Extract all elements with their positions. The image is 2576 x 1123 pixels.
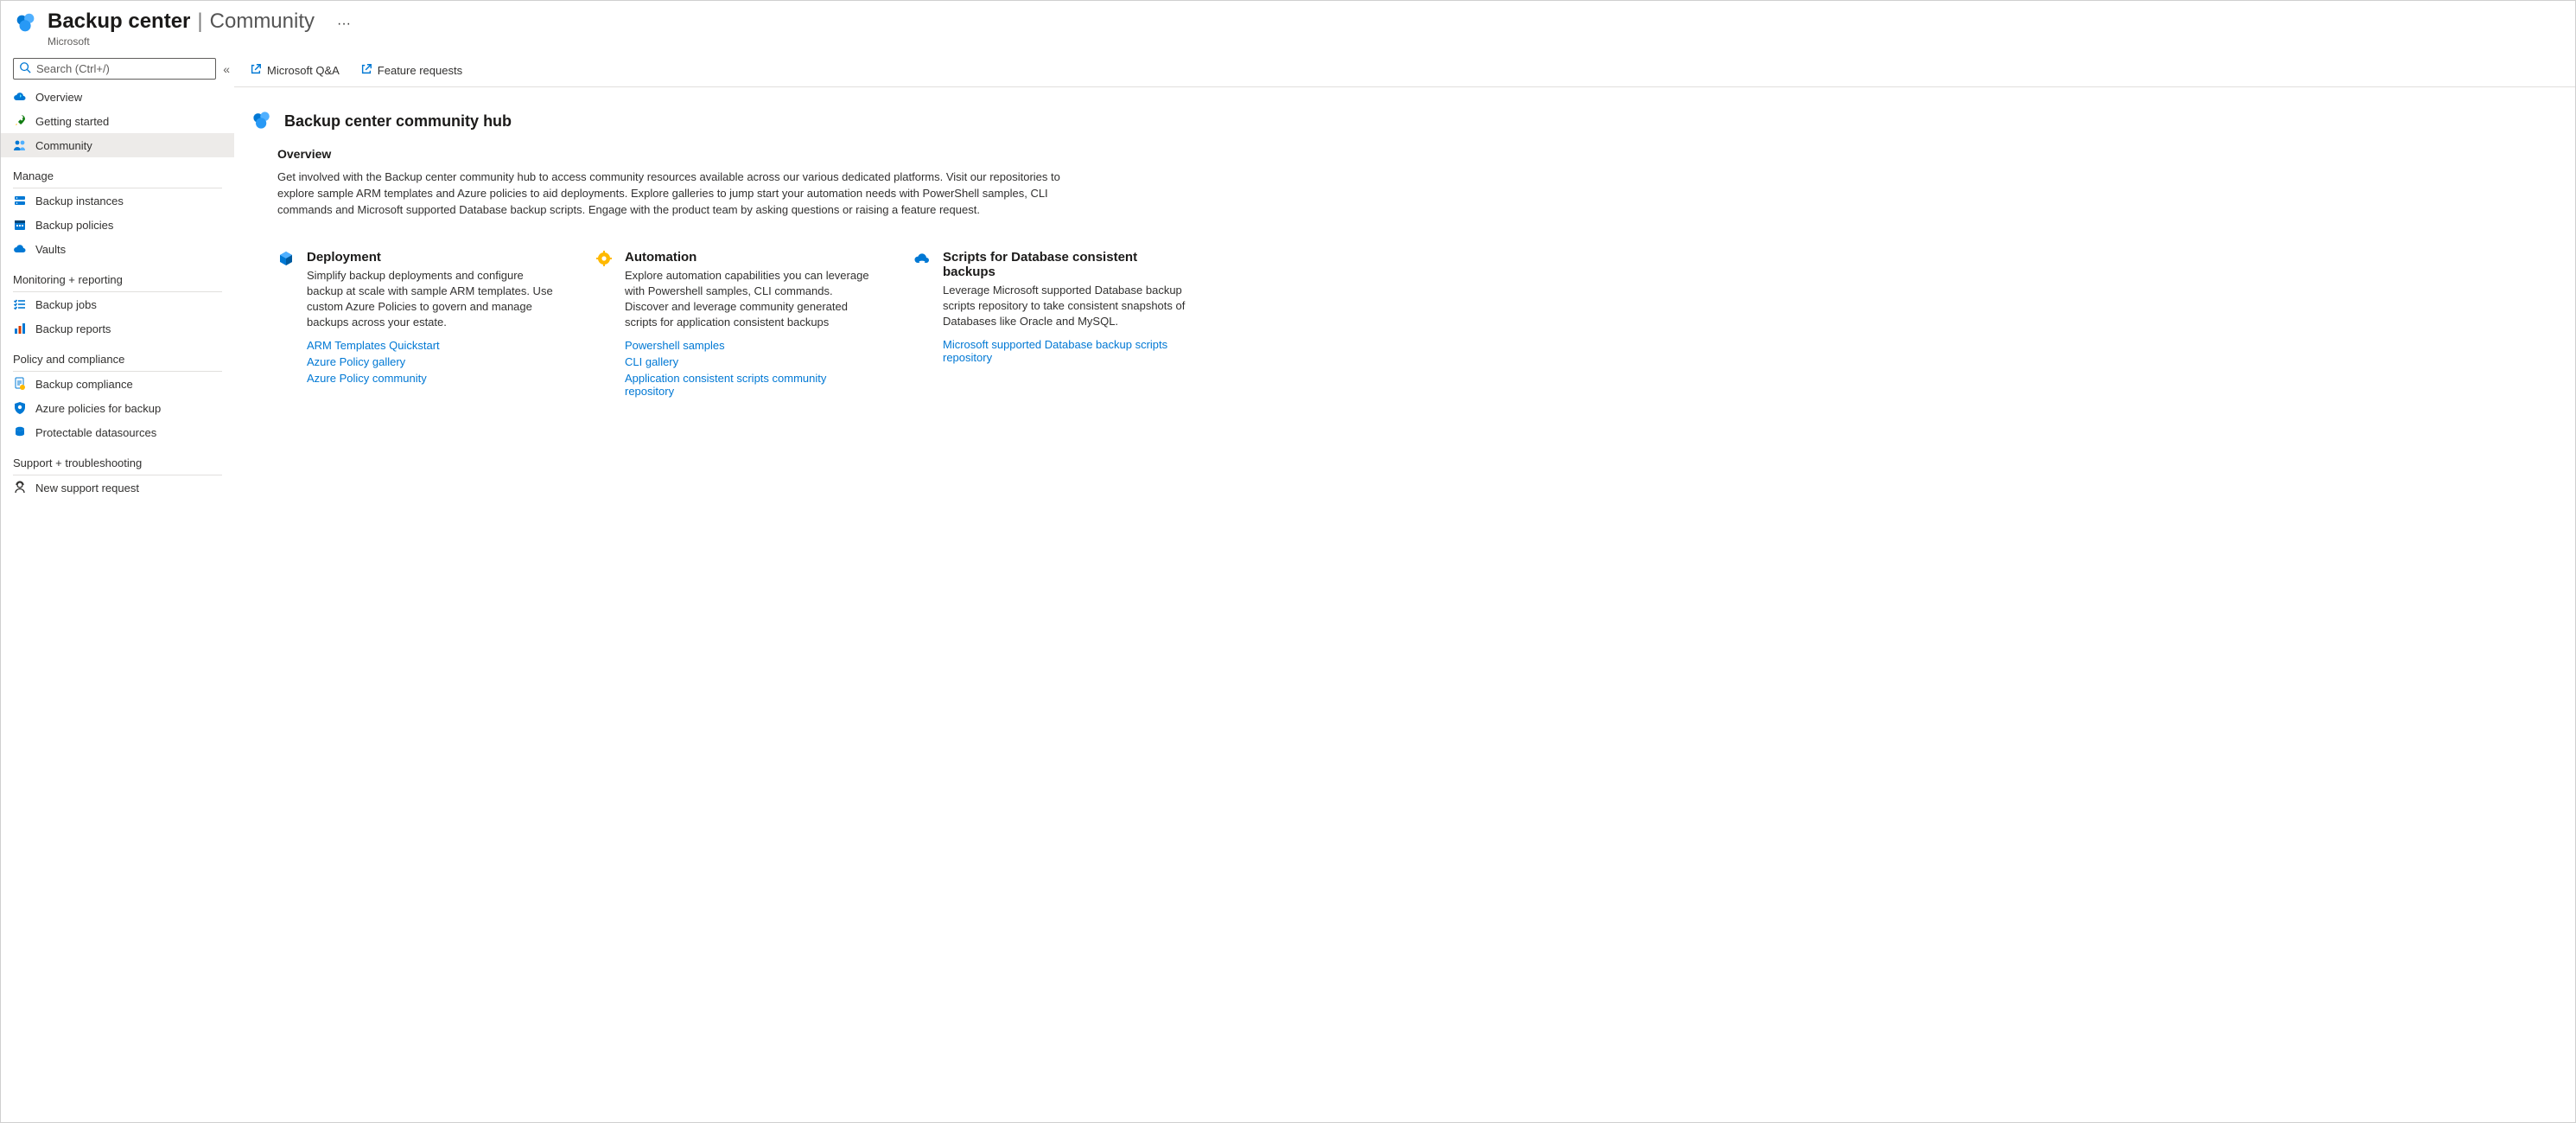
- sidebar-item-backup-policies[interactable]: Backup policies: [1, 213, 234, 237]
- page-title-separator: |: [197, 10, 202, 34]
- card-automation: Automation Explore automation capabilitie…: [595, 250, 872, 399]
- command-label: Microsoft Q&A: [267, 64, 340, 77]
- collapse-sidebar-button[interactable]: «: [223, 62, 226, 76]
- card-link[interactable]: Azure Policy community: [307, 372, 554, 385]
- server-icon: [13, 194, 27, 207]
- sidebar-item-protectable-datasources[interactable]: Protectable datasources: [1, 420, 234, 444]
- sidebar-item-backup-reports[interactable]: Backup reports: [1, 316, 234, 341]
- command-label: Feature requests: [378, 64, 462, 77]
- sidebar-item-label: Backup jobs: [35, 298, 97, 311]
- page-title-main: Backup center: [48, 10, 190, 34]
- card-scripts-db: Scripts for Database consistent backups L…: [913, 250, 1190, 365]
- search-icon: [19, 61, 31, 76]
- list-check-icon: [13, 297, 27, 311]
- main-content: Microsoft Q&A Feature requests Backup cen…: [234, 51, 2575, 1122]
- card-link[interactable]: Microsoft supported Database backup scri…: [943, 338, 1190, 364]
- sidebar-item-label: Azure policies for backup: [35, 402, 161, 415]
- sidebar-item-getting-started[interactable]: Getting started: [1, 109, 234, 133]
- people-icon: [13, 138, 27, 152]
- card-link[interactable]: Application consistent scripts community…: [625, 372, 872, 398]
- overview-heading: Overview: [277, 147, 1065, 161]
- sidebar-item-label: Backup policies: [35, 219, 113, 232]
- calendar-icon: [13, 218, 27, 232]
- command-feature-requests[interactable]: Feature requests: [360, 63, 462, 78]
- card-title: Deployment: [307, 250, 554, 265]
- card-deployment: Deployment Simplify backup deployments an…: [277, 250, 554, 386]
- sidebar-search-box[interactable]: [13, 58, 216, 80]
- sidebar-item-backup-instances[interactable]: Backup instances: [1, 188, 234, 213]
- cloud-vault-icon: [13, 242, 27, 256]
- sidebar-item-label: Community: [35, 139, 92, 152]
- cube-icon: [277, 250, 295, 270]
- external-link-icon: [250, 63, 262, 78]
- card-description: Simplify backup deployments and configur…: [307, 268, 554, 331]
- card-description: Leverage Microsoft supported Database ba…: [943, 283, 1190, 330]
- compliance-doc-icon: [13, 377, 27, 391]
- blade-header: Backup center | Community ··· Microsoft: [1, 1, 2575, 51]
- shield-gear-icon: [13, 401, 27, 415]
- more-actions-button[interactable]: ···: [337, 16, 351, 32]
- search-input[interactable]: [36, 62, 210, 75]
- sidebar-item-label: Backup compliance: [35, 378, 133, 391]
- sidebar-item-backup-jobs[interactable]: Backup jobs: [1, 292, 234, 316]
- sidebar-item-azure-policies-backup[interactable]: Azure policies for backup: [1, 396, 234, 420]
- sidebar-item-label: Protectable datasources: [35, 426, 156, 439]
- sidebar-section-label: Manage: [1, 157, 234, 186]
- overview-text: Get involved with the Backup center comm…: [277, 169, 1065, 219]
- card-links: ARM Templates Quickstart Azure Policy gal…: [307, 339, 554, 385]
- page-title-sub: Community: [210, 10, 315, 34]
- card-link[interactable]: Azure Policy gallery: [307, 355, 554, 368]
- backup-center-icon: [13, 10, 39, 38]
- sidebar-item-backup-compliance[interactable]: Backup compliance: [1, 372, 234, 396]
- command-microsoft-qa[interactable]: Microsoft Q&A: [250, 63, 340, 78]
- sidebar-item-community[interactable]: Community: [1, 133, 234, 157]
- card-link[interactable]: CLI gallery: [625, 355, 872, 368]
- sidebar-item-label: Getting started: [35, 115, 109, 128]
- cloud-db-icon: [913, 250, 931, 270]
- card-link[interactable]: Powershell samples: [625, 339, 872, 352]
- sidebar-item-label: New support request: [35, 482, 139, 495]
- external-link-icon: [360, 63, 372, 78]
- card-link[interactable]: ARM Templates Quickstart: [307, 339, 554, 352]
- sidebar-item-vaults[interactable]: Vaults: [1, 237, 234, 261]
- sidebar: « Overview Getting started Community Manag…: [1, 51, 234, 1122]
- rocket-icon: [13, 114, 27, 128]
- cloud-sync-icon: [13, 90, 27, 104]
- card-title: Scripts for Database consistent backups: [943, 250, 1190, 279]
- hub-title: Backup center community hub: [284, 112, 512, 131]
- sidebar-item-label: Backup instances: [35, 195, 124, 207]
- command-bar: Microsoft Q&A Feature requests: [234, 51, 2575, 87]
- service-label: Microsoft: [48, 35, 351, 48]
- sidebar-section-label: Policy and compliance: [1, 341, 234, 369]
- card-description: Explore automation capabilities you can …: [625, 268, 872, 331]
- sidebar-section-label: Monitoring + reporting: [1, 261, 234, 290]
- sidebar-item-new-support-request[interactable]: New support request: [1, 475, 234, 500]
- sidebar-item-label: Backup reports: [35, 322, 111, 335]
- bar-chart-icon: [13, 322, 27, 335]
- card-links: Microsoft supported Database backup scri…: [943, 338, 1190, 364]
- sidebar-item-overview[interactable]: Overview: [1, 85, 234, 109]
- support-person-icon: [13, 481, 27, 495]
- card-title: Automation: [625, 250, 872, 265]
- sidebar-item-label: Vaults: [35, 243, 66, 256]
- gear-icon: [595, 250, 613, 270]
- sidebar-item-label: Overview: [35, 91, 82, 104]
- community-hub-icon: [250, 108, 274, 135]
- sidebar-section-label: Support + troubleshooting: [1, 444, 234, 473]
- card-links: Powershell samples CLI gallery Application…: [625, 339, 872, 398]
- datasource-icon: [13, 425, 27, 439]
